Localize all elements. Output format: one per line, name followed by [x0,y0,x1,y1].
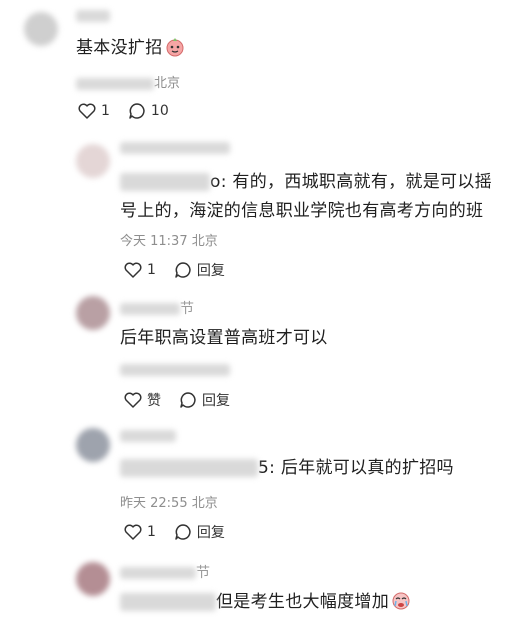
comment-meta [120,362,230,377]
comment-author[interactable] [120,428,176,444]
avatar[interactable] [76,562,110,596]
comment-meta: 北京 [76,72,180,91]
avatar[interactable] [76,144,110,178]
like-button[interactable]: 1 [124,524,156,540]
heart-icon [124,392,142,408]
like-button[interactable]: 1 [124,262,156,278]
comment-text: 后年职高设置普高班才可以 [120,328,328,348]
comment-bubble-icon [180,392,196,408]
reply-button[interactable]: 回复 [179,390,230,410]
like-button[interactable]: 赞 [124,390,161,410]
comment-author[interactable] [76,8,110,24]
comment-actions: 1 10 [78,102,187,120]
reply-button[interactable]: 回复 [174,260,225,280]
comment-text: 基本没扩招 [76,34,185,63]
comment-bubble-icon [129,103,145,119]
comment-text: o: 有的，西城职高就有，就是可以摇 号上的，海淀的信息职业学院也有高考方向的班 [120,172,492,221]
comment-actions: 1 回复 [124,260,243,280]
face-icon [166,38,183,57]
avatar[interactable] [76,428,110,462]
comment-meta: 今天 11:37 北京 [120,234,218,249]
comment-author[interactable] [120,140,230,156]
comment-bubble-icon [175,524,191,540]
comment-actions: 赞 回复 [124,390,248,410]
heart-icon [124,262,142,278]
comment-author[interactable]: 节 [120,562,210,582]
avatar[interactable] [24,12,58,46]
comment-bubble-icon [175,262,191,278]
heart-icon [124,524,142,540]
avatar[interactable] [76,296,110,330]
comment-author[interactable]: 节 [120,298,194,318]
comment-text: 但是考生也大幅度增加 [120,588,411,617]
crying-face-icon [392,592,410,610]
reply-button[interactable]: 回复 [174,522,225,542]
reply-button[interactable]: 10 [128,102,169,120]
comment-meta: 昨天 22:55 北京 [120,496,218,511]
comment-text: 5: 后年就可以真的扩招吗 [120,454,454,483]
heart-icon [78,103,96,119]
like-button[interactable]: 1 [78,103,110,119]
comment-actions: 1 回复 [124,522,243,542]
